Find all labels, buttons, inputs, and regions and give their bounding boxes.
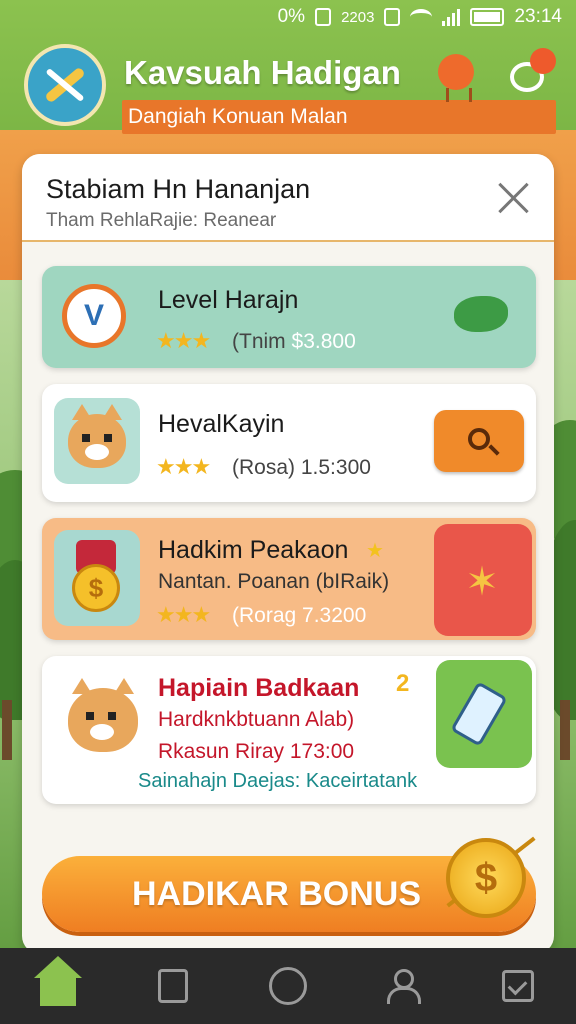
item-meta: (Rosa) 1.5:300 [232,456,371,480]
reward-button[interactable] [436,660,532,768]
clock: 23:14 [514,6,562,27]
sim-icon [315,8,332,26]
list-item[interactable]: $ Hadkim Peakaon ★ Nantan. Poanan (bIRai… [42,518,536,640]
drink-icon [450,681,508,747]
level-badge-icon: V [62,284,126,348]
signal-icon [442,8,461,26]
search-icon [468,428,490,450]
item-meta: (Tnim $3.800 [232,330,356,354]
app-header: Kavsuah Hadigan Dangiah Konuan Malan [0,40,576,140]
nav-tasks[interactable] [488,956,548,1016]
nav-center[interactable] [258,956,318,1016]
item-title: Level Harajn [158,286,299,314]
circle-icon [268,967,307,1005]
item-title: Hadkim Peakaon [158,536,349,564]
item-meta: Rkasun Riray 173:00 [158,740,355,763]
task-panel: Stabiam Hn Hananjan Tham RehlaRajie: Rea… [22,154,554,954]
close-button[interactable] [496,180,532,216]
rating-stars: ★★★ [156,602,211,627]
item-price: 1.5:300 [300,456,371,479]
wifi-icon [410,9,433,25]
panel-title: Stabiam Hn Hananjan [46,174,311,204]
panel-header: Stabiam Hn Hananjan Tham RehlaRajie: Rea… [22,154,554,242]
star-icon: ★ [366,540,384,562]
checklist-icon [502,970,535,1002]
app-subtitle: Dangiah Konuan Malan [122,100,556,134]
number-badge: 2 [396,670,410,697]
battery-percent: 0% [277,6,306,27]
item-meta: (Rorag 7.3200 [232,604,366,628]
fish-icon[interactable] [454,296,508,332]
cat-avatar-icon [54,398,140,484]
status-bar: 0% 2203 23:14 [0,0,576,34]
item-title: HevalKayin [158,410,285,438]
trophy-icon[interactable] [438,54,474,102]
cat-avatar-icon [60,674,146,764]
home-icon [33,956,82,1006]
item-title: Hapiain Badkaan [158,674,360,702]
item-subtitle: Nantan. Poanan (bIRaik) [158,570,390,593]
battery-icon [470,8,505,26]
item-price: 7.3200 [302,604,367,627]
notification-icon [384,8,401,26]
search-button[interactable] [434,410,524,472]
item-subtitle: Hardknkbtuann Alab) [158,708,355,731]
nav-home[interactable] [28,956,88,1016]
app-title: Kavsuah Hadigan [124,54,401,91]
book-icon [157,969,188,1003]
list-item[interactable]: HevalKayin ★★★ (Rosa) 1.5:300 [42,384,536,502]
boost-button[interactable]: ✶ [434,524,532,636]
spark-icon: ✶ [465,560,499,604]
status-indicator-text: 2203 [341,8,375,26]
item-meta-label: (Rosa) [232,456,296,479]
rating-stars: ★★★ [156,454,211,479]
app-logo-icon[interactable] [24,44,106,126]
rating-stars: ★★★ [156,328,211,353]
item-meta-label: (Rorag [232,604,297,627]
nav-profile[interactable] [373,956,433,1016]
panel-subtitle: Tham RehlaRajie: Reanear [46,210,277,231]
list-item[interactable]: V Level Harajn ★★★ (Tnim $3.800 [42,266,536,368]
item-price: $3.800 [291,330,356,353]
coin-icon: $ [446,838,526,918]
profile-icon [385,969,422,1004]
list-item[interactable]: Hapiain Badkaan 2 Hardknkbtuann Alab) Rk… [42,656,536,804]
notification-dot [530,48,556,74]
nav-book[interactable] [143,956,203,1016]
bottom-nav [0,948,576,1024]
item-meta-label: (Tnim [232,330,286,353]
coin-bag-icon: $ [54,530,140,626]
item-note: Sainahajn Daejas: Kaceirtatank [138,770,418,792]
